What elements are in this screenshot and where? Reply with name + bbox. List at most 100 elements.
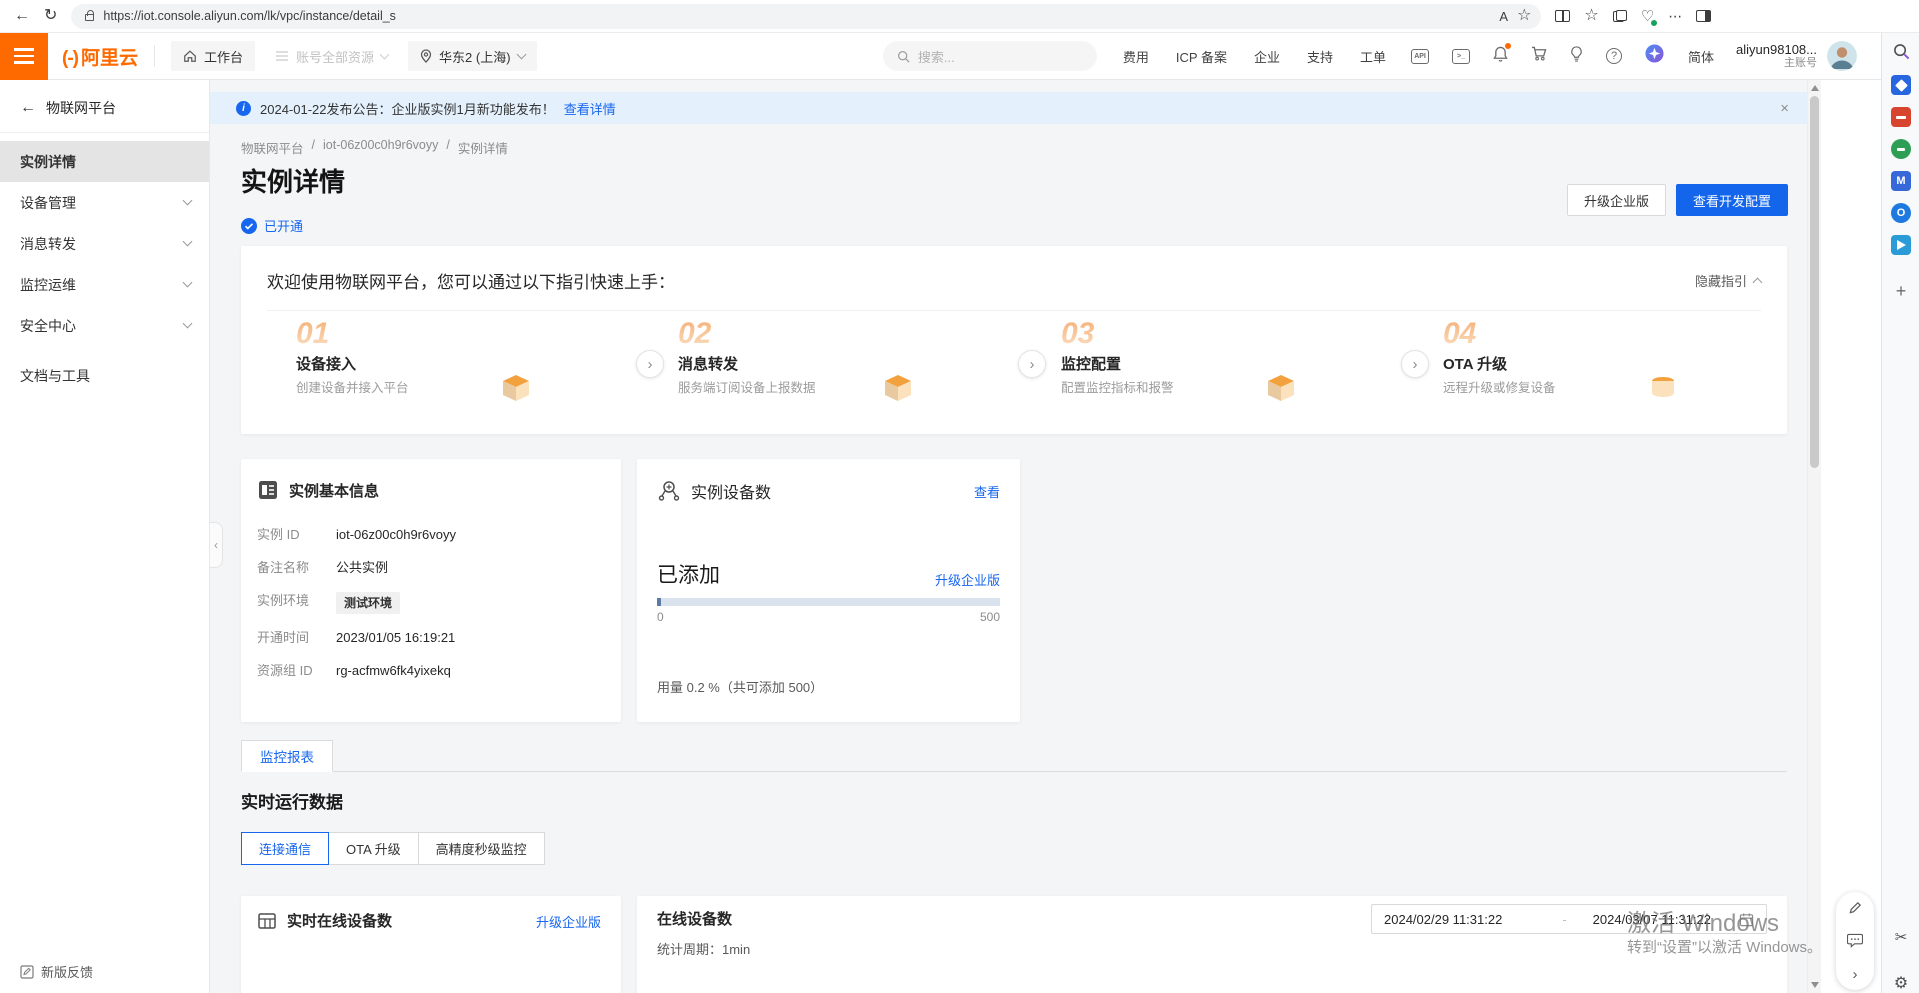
guide-title: 欢迎使用物联网平台，您可以通过以下指引快速上手： — [267, 268, 675, 293]
sidebar-item-device-management[interactable]: 设备管理 — [0, 182, 209, 223]
feedback-button[interactable]: 新版反馈 — [20, 962, 93, 981]
view-devices-link[interactable]: 查看 — [974, 482, 1000, 501]
guide-next-button[interactable]: › — [636, 350, 664, 378]
collections-icon[interactable]: ☆ — [1584, 8, 1598, 24]
scroll-up-arrow[interactable] — [1811, 85, 1819, 91]
lightbulb-icon[interactable] — [1570, 46, 1583, 67]
browser-back-icon[interactable]: ← — [14, 8, 30, 24]
report-tabs: 监控报表 — [241, 740, 1787, 772]
read-aloud-icon[interactable]: A — [1499, 10, 1508, 23]
notifications-bell-icon[interactable] — [1493, 46, 1508, 67]
edge-outlook-icon[interactable]: O — [1891, 203, 1911, 223]
banner-close-icon[interactable]: × — [1780, 100, 1789, 117]
sidebar-item-instance-detail[interactable]: 实例详情 — [0, 141, 209, 182]
cart-icon[interactable] — [1531, 46, 1547, 66]
guide-step-message-forwarding[interactable]: 02 消息转发 服务端订阅设备上报数据 — [649, 311, 1031, 433]
product-menu-button[interactable] — [0, 33, 48, 80]
upgrade-enterprise-link[interactable]: 升级企业版 — [536, 912, 601, 931]
edge-add-apps-icon[interactable]: + — [1891, 281, 1911, 301]
terminal-icon[interactable]: >_ — [1452, 49, 1470, 64]
page-actions: 升级企业版 查看开发配置 — [1567, 184, 1788, 216]
guide-step-number: 04 — [1443, 317, 1476, 351]
hide-guide-button[interactable]: 隐藏指引 — [1695, 271, 1761, 290]
sidebar-item-monitoring-ops[interactable]: 监控运维 — [0, 264, 209, 305]
breadcrumb-item[interactable]: iot-06z00c0h9r6voyy — [323, 138, 438, 157]
scroll-down-arrow[interactable] — [1811, 982, 1819, 988]
help-icon[interactable]: ? — [1606, 48, 1622, 64]
screenshot-snip-icon[interactable]: ✂ — [1891, 927, 1911, 947]
account-resources-label: 账号全部资源 — [296, 47, 374, 66]
scrollbar-thumb[interactable] — [1810, 96, 1819, 468]
guide-step-title: 监控配置 — [1061, 353, 1121, 374]
edge-toolbox-icon[interactable] — [1891, 107, 1911, 127]
view-dev-config-button[interactable]: 查看开发配置 — [1676, 184, 1788, 216]
sidebar-item-docs-tools[interactable]: 文档与工具 — [0, 355, 209, 396]
tab-monitoring-report[interactable]: 监控报表 — [241, 740, 333, 772]
subtab-ota[interactable]: OTA 升级 — [328, 832, 419, 865]
guide-next-button[interactable]: › — [1018, 350, 1046, 378]
sidebar-collapse-handle[interactable]: ‹ — [210, 522, 223, 568]
edit-pencil-icon[interactable] — [1848, 900, 1863, 918]
settings-gear-icon[interactable]: ⚙ — [1891, 973, 1911, 993]
account-menu[interactable]: aliyun98108... 主账号 — [1736, 42, 1817, 70]
guide-step-device-access[interactable]: 01 设备接入 创建设备并接入平台 — [267, 311, 649, 433]
status-badge: 已开通 — [241, 216, 303, 235]
url-text[interactable]: https://iot.console.aliyun.com/lk/vpc/in… — [103, 9, 1490, 23]
global-search-input[interactable]: 搜索... — [883, 41, 1097, 71]
announcement-text: 2024-01-22发布公告：企业版实例1月新功能发布！ — [260, 99, 555, 118]
favorite-star-icon[interactable]: ☆ — [1517, 8, 1531, 24]
expand-chevron-icon[interactable]: › — [1853, 967, 1858, 982]
split-screen-icon[interactable] — [1555, 10, 1570, 22]
browser-menu-icon[interactable]: ⋯ — [1668, 9, 1682, 23]
aliyun-topnav: (-) 阿里云 工作台 账号全部资源 华东2 (上海) 搜索... 费用 ICP… — [0, 33, 1919, 80]
date-end[interactable]: 2024/03/07 11:31:22 — [1593, 912, 1711, 927]
topnav-link-enterprise[interactable]: 企业 — [1254, 47, 1280, 66]
address-bar[interactable]: https://iot.console.aliyun.com/lk/vpc/in… — [71, 4, 1541, 29]
edge-shopping-icon[interactable] — [1891, 75, 1911, 95]
info-value: rg-acfmw6fk4yixekq — [336, 662, 451, 680]
edge-m365-icon[interactable]: M — [1891, 171, 1911, 191]
language-selector[interactable]: 简体 — [1688, 47, 1714, 66]
quick-start-guide-card: 欢迎使用物联网平台，您可以通过以下指引快速上手： 隐藏指引 01 设备接入 创建… — [241, 246, 1787, 434]
topnav-link-icp[interactable]: ICP 备案 — [1176, 47, 1227, 66]
sidebar-toggle-icon[interactable] — [1696, 10, 1711, 22]
upgrade-enterprise-link[interactable]: 升级企业版 — [935, 570, 1000, 589]
topnav-link-billing[interactable]: 费用 — [1123, 47, 1149, 66]
tab-copy-icon[interactable] — [1613, 10, 1627, 22]
browser-gutter — [1821, 80, 1881, 993]
avatar[interactable] — [1827, 41, 1857, 71]
edge-sidebar: M O + ✂ ⚙ — [1881, 33, 1919, 993]
guide-step-desc: 远程升级或修复设备 — [1443, 377, 1556, 396]
edge-search-icon[interactable] — [1891, 41, 1911, 61]
api-icon[interactable]: API — [1411, 49, 1429, 64]
region-selector[interactable]: 华东2 (上海) — [408, 41, 537, 71]
topnav-link-tickets[interactable]: 工单 — [1360, 47, 1386, 66]
edge-app-icon[interactable] — [1891, 235, 1911, 255]
guide-step-ota-upgrade[interactable]: 04 OTA 升级 远程升级或修复设备 — [1414, 311, 1796, 433]
date-start[interactable]: 2024/02/29 11:31:22 — [1384, 912, 1502, 927]
screen: ← ↻ https://iot.console.aliyun.com/lk/vp… — [0, 0, 1919, 993]
aliyun-logo[interactable]: (-) 阿里云 — [62, 43, 138, 70]
topnav-link-support[interactable]: 支持 — [1307, 47, 1333, 66]
guide-step-monitoring-config[interactable]: 03 监控配置 配置监控指标和报警 — [1032, 311, 1414, 433]
edge-games-icon[interactable] — [1891, 139, 1911, 159]
workspace-button[interactable]: 工作台 — [171, 41, 255, 71]
sidebar-item-security-center[interactable]: 安全中心 — [0, 305, 209, 346]
upgrade-enterprise-button[interactable]: 升级企业版 — [1567, 184, 1666, 216]
feedback-bubble-icon[interactable] — [1847, 933, 1863, 951]
chevron-down-icon — [183, 278, 193, 288]
browser-essentials-icon[interactable]: ♡ — [1641, 9, 1654, 24]
community-icon[interactable] — [1645, 44, 1664, 68]
account-resources-dropdown[interactable]: 账号全部资源 — [275, 47, 388, 66]
announcement-detail-link[interactable]: 查看详情 — [564, 99, 616, 118]
sidebar-item-message-forwarding[interactable]: 消息转发 — [0, 223, 209, 264]
sidebar-back-header[interactable]: ← 物联网平台 — [0, 80, 209, 132]
subtab-high-precision[interactable]: 高精度秒级监控 — [418, 832, 545, 865]
subtab-connection[interactable]: 连接通信 — [241, 832, 329, 865]
online-devices-chart-card: 在线设备数 统计周期：1min 2024/02/29 11:31:22 - 20… — [637, 896, 1787, 993]
breadcrumb-item[interactable]: 物联网平台 — [241, 138, 304, 157]
browser-refresh-icon[interactable]: ↻ — [44, 8, 57, 24]
date-range-picker[interactable]: 2024/02/29 11:31:22 - 2024/03/07 11:31:2… — [1371, 904, 1767, 934]
region-label: 华东2 (上海) — [439, 47, 511, 66]
guide-next-button[interactable]: › — [1401, 350, 1429, 378]
